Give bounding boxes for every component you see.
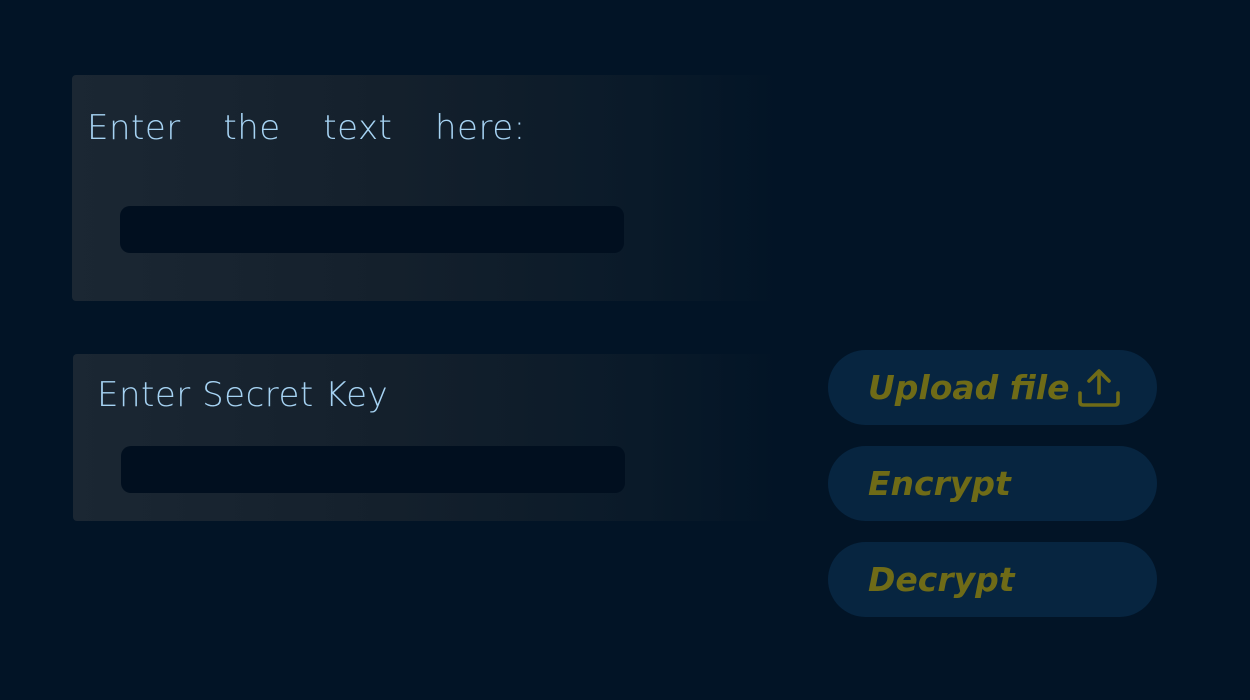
secret-key-label: Enter Secret Key <box>97 375 389 415</box>
text-entry-panel: Enter the text here: <box>72 75 782 301</box>
upload-file-label: Upload file <box>868 368 1070 407</box>
secret-key-input[interactable] <box>121 446 625 493</box>
text-entry-label: Enter the text here: <box>87 108 526 148</box>
plaintext-input[interactable] <box>120 206 624 253</box>
upload-icon <box>1076 366 1122 410</box>
secret-key-panel: Enter Secret Key <box>73 354 782 521</box>
decrypt-label: Decrypt <box>868 560 1015 599</box>
encrypt-button[interactable]: Encrypt <box>828 446 1157 521</box>
encrypt-label: Encrypt <box>868 464 1011 503</box>
decrypt-button[interactable]: Decrypt <box>828 542 1157 617</box>
upload-file-button[interactable]: Upload file <box>828 350 1157 425</box>
